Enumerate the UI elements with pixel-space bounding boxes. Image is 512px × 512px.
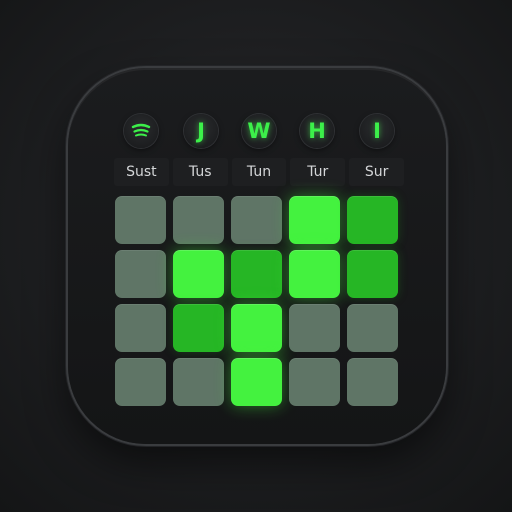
- grid-cell[interactable]: [289, 196, 340, 244]
- grid-cell[interactable]: [115, 250, 166, 298]
- day-label: Tur: [290, 158, 346, 186]
- grid-cell[interactable]: [231, 358, 282, 406]
- day-label: Tun: [231, 158, 287, 186]
- grid-cell[interactable]: [115, 196, 166, 244]
- badge-i[interactable]: I: [360, 114, 394, 148]
- grid-cell[interactable]: [115, 304, 166, 352]
- day-label: Sust: [114, 158, 169, 186]
- day-label: Tus: [172, 158, 228, 186]
- badge-j[interactable]: J: [184, 114, 218, 148]
- header-badges: J W H I: [118, 114, 398, 150]
- badge-w[interactable]: W: [242, 114, 276, 148]
- grid-cell[interactable]: [289, 358, 340, 406]
- day-labels: Sust Tus Tun Tur Sur: [114, 158, 404, 186]
- grid-cell[interactable]: [173, 196, 224, 244]
- grid-cell[interactable]: [289, 304, 340, 352]
- grid-cell[interactable]: [347, 196, 398, 244]
- spotify-icon[interactable]: [124, 114, 158, 148]
- activity-grid: [115, 196, 399, 406]
- grid-cell[interactable]: [347, 250, 398, 298]
- grid-cell[interactable]: [347, 358, 398, 406]
- grid-cell[interactable]: [231, 304, 282, 352]
- badge-h[interactable]: H: [300, 114, 334, 148]
- grid-cell[interactable]: [347, 304, 398, 352]
- grid-cell[interactable]: [173, 358, 224, 406]
- day-label: Sur: [349, 158, 404, 186]
- grid-cell[interactable]: [231, 196, 282, 244]
- grid-cell[interactable]: [173, 250, 224, 298]
- grid-cell[interactable]: [115, 358, 166, 406]
- grid-cell[interactable]: [289, 250, 340, 298]
- grid-cell[interactable]: [231, 250, 282, 298]
- grid-cell[interactable]: [173, 304, 224, 352]
- spotify-icon-glyph: [131, 123, 151, 137]
- app-icon-stage: J W H I Sust Tus Tun Tur Sur: [0, 0, 512, 512]
